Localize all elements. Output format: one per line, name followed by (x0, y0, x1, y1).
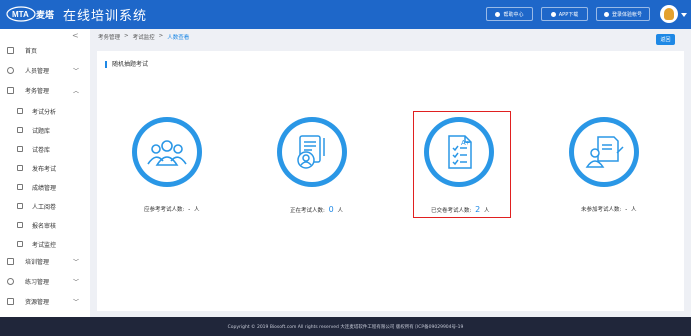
sidebar-item-manual-grading[interactable]: 人工阅卷 (0, 199, 90, 213)
sidebar-item-label: 人工阅卷 (32, 203, 57, 211)
sidebar-item-practice[interactable]: 练习管理 ﹀ (0, 274, 90, 288)
stat-absent-label: 未参加考试人数: - 人 (581, 205, 637, 213)
main-panel: 随机抽题考试 应参考考试人数: - 人 正在考试人数: 0 人 A+ 已交卷考试… (97, 51, 684, 311)
practice-icon (7, 277, 14, 285)
logo-mark-text: MTA (12, 10, 29, 19)
stat-unit: 人 (631, 207, 637, 213)
stat-expected-label: 应参考考试人数: - 人 (144, 205, 200, 213)
highlight-box (413, 111, 511, 218)
user-icon (603, 11, 609, 17)
system-title: 在线培训系统 (63, 9, 148, 24)
stat-value: - (625, 206, 628, 213)
top-header: MTA 麦塔 在线培训系统 帮助中心 APP下载 登录体验帐号 (0, 0, 691, 29)
stat-expected-circle (132, 117, 202, 187)
group-icon (147, 140, 187, 166)
chevron-down-icon[interactable] (681, 13, 687, 17)
sidebar-item-personnel[interactable]: 人员管理 ﹀ (0, 63, 90, 77)
back-button[interactable]: 返回 (656, 34, 675, 45)
stat-in-progress-label: 正在考试人数: 0 人 (290, 205, 343, 214)
copyright-text: Copyright © 2019 Biosoft.com All rights … (227, 324, 464, 330)
sidebar-item-label: 报名审核 (32, 222, 57, 230)
help-center-button[interactable]: 帮助中心 (486, 7, 533, 21)
exam-icon (7, 86, 14, 94)
help-icon (495, 11, 501, 17)
sidebar-item-label: 培训管理 (25, 258, 50, 266)
sidebar-item-registration-audit[interactable]: 报名审核 (0, 218, 90, 232)
training-icon (7, 257, 14, 265)
sidebar-item-label: 考务管理 (25, 87, 50, 95)
home-icon (7, 46, 14, 54)
panel-title: 随机抽题考试 (105, 61, 148, 68)
sidebar-item-exam-monitor[interactable]: 考试监控 (0, 237, 90, 251)
sidebar-item-exam-affairs[interactable]: 考务管理 ︿ (0, 83, 90, 97)
sidebar-item-label: 成绩管理 (32, 184, 57, 192)
collapse-sidebar-icon[interactable]: < (72, 31, 79, 40)
audit-icon (17, 222, 23, 228)
app-download-button[interactable]: APP下载 (541, 7, 588, 21)
demo-account-label: 登录体验帐号 (611, 11, 642, 18)
sidebar-item-label: 考试监控 (32, 241, 57, 249)
paper-bank-icon (17, 146, 23, 152)
sidebar: < 首页 人员管理 ﹀ 考务管理 ︿ 考试分析 试题库 试卷库 发布考试 成绩管… (0, 29, 90, 317)
stat-label-text: 正在考试人数: (290, 208, 325, 214)
chevron-down-icon: ﹀ (73, 298, 80, 306)
sidebar-item-label: 首页 (25, 47, 38, 55)
logo-brand: 麦塔 (36, 10, 55, 20)
help-center-label: 帮助中心 (503, 11, 524, 18)
stat-unit: 人 (194, 207, 200, 213)
sidebar-item-training[interactable]: 培训管理 ﹀ (0, 254, 90, 268)
sidebar-item-label: 练习管理 (25, 278, 50, 286)
breadcrumb-separator: > (158, 33, 164, 39)
sidebar-item-label: 试题库 (32, 127, 51, 135)
stat-label-text: 应参考考试人数: (144, 207, 185, 213)
publish-icon (17, 165, 23, 171)
stat-value: 0 (328, 205, 334, 214)
sidebar-item-score-management[interactable]: 成绩管理 (0, 180, 90, 194)
sidebar-item-resources[interactable]: 资源管理 ﹀ (0, 294, 90, 308)
chevron-down-icon: ﹀ (73, 67, 80, 75)
grading-icon (17, 203, 23, 209)
user-icon (7, 66, 14, 74)
avatar[interactable] (660, 5, 678, 23)
stat-value: - (188, 206, 191, 213)
breadcrumb-item[interactable]: 考试监控 (133, 33, 155, 41)
stat-in-progress-circle (277, 117, 347, 187)
sidebar-item-exam-analysis[interactable]: 考试分析 (0, 104, 90, 118)
resource-icon (7, 297, 14, 305)
sidebar-item-home[interactable]: 首页 (0, 43, 90, 57)
sidebar-item-label: 试卷库 (32, 146, 51, 154)
download-icon (550, 11, 556, 17)
sidebar-item-label: 考试分析 (32, 108, 57, 116)
breadcrumb-separator: > (124, 33, 129, 39)
sidebar-item-publish-exam[interactable]: 发布考试 (0, 161, 90, 175)
stat-absent-circle (569, 117, 639, 187)
breadcrumb-item[interactable]: 考务管理 (98, 33, 120, 41)
sidebar-item-paper-bank[interactable]: 试卷库 (0, 142, 90, 156)
score-icon (17, 184, 23, 190)
person-document-icon (297, 135, 325, 169)
footer: Copyright © 2019 Biosoft.com All rights … (0, 317, 691, 336)
monitor-icon (17, 241, 23, 247)
demo-account-button[interactable]: 登录体验帐号 (596, 7, 650, 21)
breadcrumb: 考务管理 > 考试监控 > 人数查看 (98, 33, 189, 41)
breadcrumb-bar: 考务管理 > 考试监控 > 人数查看 返回 (90, 29, 691, 46)
analysis-icon (17, 108, 23, 114)
sidebar-item-label: 发布考试 (32, 165, 57, 173)
question-bank-icon (17, 127, 23, 133)
chevron-down-icon: ﹀ (73, 258, 80, 266)
app-download-label: APP下载 (558, 11, 579, 18)
sidebar-item-label: 人员管理 (25, 67, 50, 75)
breadcrumb-current: 人数查看 (167, 35, 190, 41)
stat-label-text: 未参加考试人数: (581, 207, 622, 213)
sidebar-item-question-bank[interactable]: 试题库 (0, 123, 90, 137)
stat-unit: 人 (337, 208, 343, 214)
absent-person-icon (585, 136, 624, 168)
chevron-down-icon: ﹀ (73, 278, 80, 286)
chevron-up-icon: ︿ (73, 87, 80, 95)
sidebar-item-label: 资源管理 (25, 298, 50, 306)
avatar-image (664, 8, 674, 20)
